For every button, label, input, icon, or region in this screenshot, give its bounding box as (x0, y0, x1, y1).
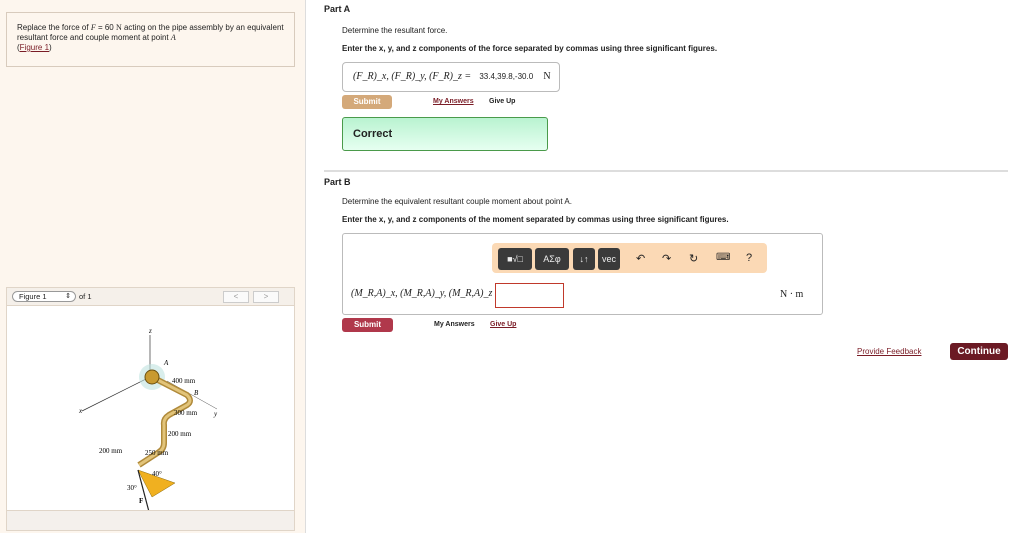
part-divider (324, 170, 1008, 172)
figure-select-value: Figure 1 (19, 292, 47, 301)
vec-button[interactable]: vec (598, 248, 620, 270)
part-b-unit: N · m (780, 289, 804, 300)
part-b-instruction: Enter the x, y, and z components of the … (342, 215, 729, 224)
part-b-my-answers[interactable]: My Answers (434, 321, 475, 328)
part-a-prompt: Determine the resultant force. (342, 26, 448, 35)
part-b-prompt: Determine the equivalent resultant coupl… (342, 197, 572, 206)
dim-200-horizontal: 200 mm (99, 447, 123, 455)
part-a-unit: N (543, 71, 551, 82)
prev-figure-button[interactable]: < (223, 291, 249, 303)
updown-icon: ⇕ (65, 293, 71, 300)
figure-link[interactable]: Figure 1 (20, 43, 49, 52)
figure-viewer: Figure 1 ⇕ of 1 < > z x y A B 400 mm 300 … (6, 287, 295, 531)
paren: ) (49, 43, 52, 52)
redo-icon[interactable]: ↷ (662, 252, 671, 265)
reset-icon[interactable]: ↻ (689, 252, 698, 265)
parts-panel: Part A Determine the resultant force. En… (306, 0, 1024, 533)
figure-select[interactable]: Figure 1 ⇕ (12, 291, 76, 302)
part-a-answer-box: (F_R)_x, (F_R)_y, (F_R)_z = 33.4,39.8,-3… (342, 62, 560, 92)
figure-toolbar: Figure 1 ⇕ of 1 < > (7, 288, 294, 306)
part-b-submit-button[interactable]: Submit (342, 318, 393, 332)
problem-eq: = 60 (95, 23, 116, 32)
math-toolbar: ■√□ ΑΣφ ↓↑ vec ↶ ↷ ↻ ⌨ ? (492, 243, 767, 273)
pipe-assembly-diagram: z x y A B 400 mm 300 mm 200 mm 200 mm 25… (78, 327, 218, 512)
dim-400: 400 mm (172, 377, 196, 385)
part-b-answer-input[interactable] (495, 283, 564, 308)
help-icon[interactable]: ? (746, 252, 752, 264)
label-y: y (213, 410, 218, 418)
problem-text: Replace the force of (17, 23, 91, 32)
part-a-feedback-correct: Correct (342, 117, 548, 151)
part-b-give-up-link[interactable]: Give Up (490, 321, 516, 328)
label-force: F (139, 497, 143, 505)
figure-count: of 1 (79, 292, 92, 301)
dim-200-vertical: 200 mm (168, 430, 192, 438)
provide-feedback-link[interactable]: Provide Feedback (857, 347, 921, 356)
part-b-answer-box: ■√□ ΑΣφ ↓↑ vec ↶ ↷ ↻ ⌨ ? (M_R,A)_x, (M_R… (342, 233, 823, 315)
label-a: A (163, 359, 169, 367)
part-a-label: (F_R)_x, (F_R)_y, (F_R)_z = (353, 71, 472, 82)
subscript-button[interactable]: ↓↑ (573, 248, 595, 270)
part-b-title: Part B (324, 177, 351, 187)
continue-button[interactable]: Continue (950, 343, 1008, 360)
templates-button[interactable]: ■√□ (498, 248, 532, 270)
undo-icon[interactable]: ↶ (636, 252, 645, 265)
var-a: A (170, 33, 176, 42)
figure-footer (7, 510, 294, 530)
part-a-submit-button[interactable]: Submit (342, 95, 392, 109)
label-b: B (194, 389, 199, 397)
problem-statement: Replace the force of F = 60 N acting on … (6, 12, 295, 67)
part-a-instruction: Enter the x, y, and z components of the … (342, 44, 718, 53)
part-a-my-answers-link[interactable]: My Answers (433, 98, 474, 105)
dim-300: 300 mm (174, 409, 198, 417)
part-a-title: Part A (324, 4, 351, 14)
greek-button[interactable]: ΑΣφ (535, 248, 569, 270)
angle-40: 40° (152, 470, 162, 478)
label-z: z (148, 327, 152, 335)
part-a-value: 33.4,39.8,-30.0 (479, 72, 534, 81)
next-figure-button[interactable]: > (253, 291, 279, 303)
dim-250: 250 mm (145, 449, 169, 457)
angle-30: 30° (127, 484, 137, 492)
part-a-give-up[interactable]: Give Up (489, 98, 515, 105)
part-b-label: (M_R,A)_x, (M_R,A)_y, (M_R,A)_z = (351, 288, 502, 299)
problem-panel: Replace the force of F = 60 N acting on … (0, 0, 306, 533)
keyboard-icon[interactable]: ⌨ (716, 252, 730, 263)
